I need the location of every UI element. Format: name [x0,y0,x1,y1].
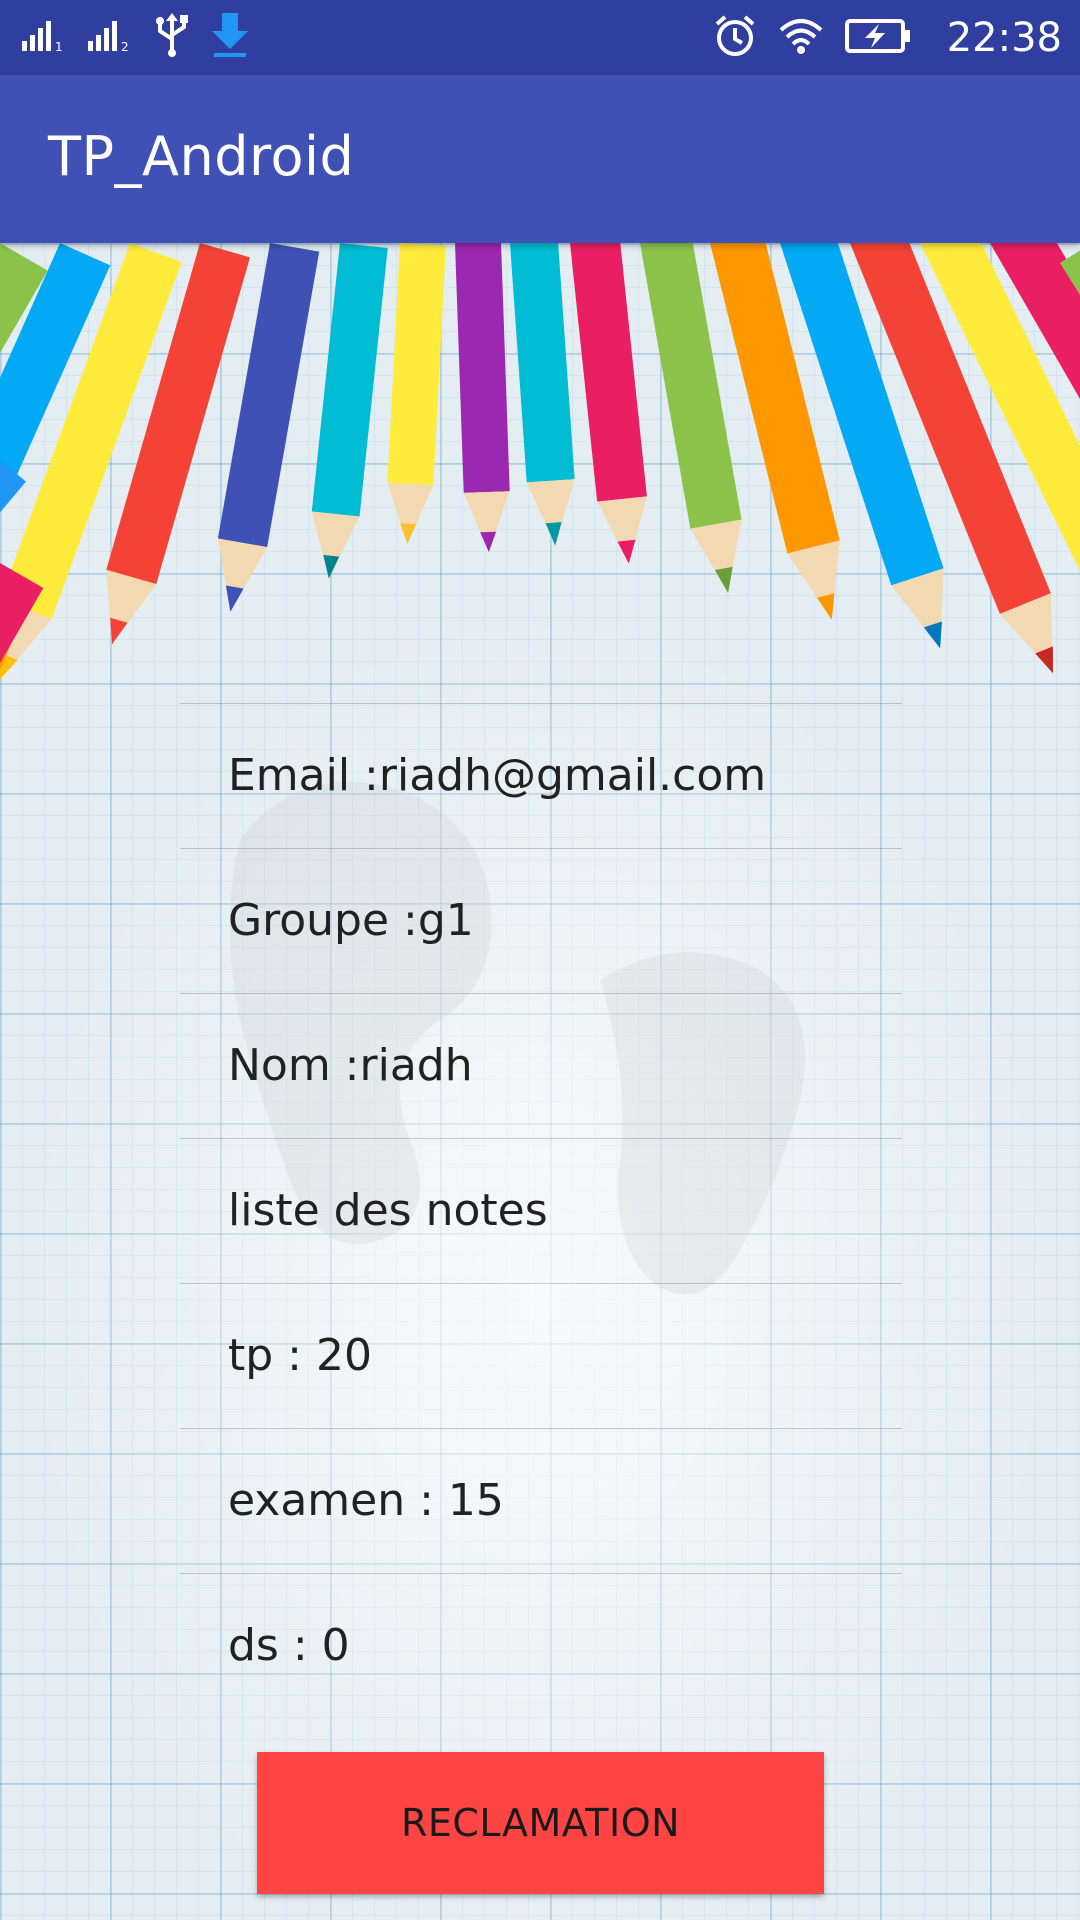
examen-grade-text: examen : 15 [228,1475,504,1526]
signal-sim1-icon: 1 [22,17,68,57]
nom-text: Nom :riadh [228,1040,473,1091]
list-item: Groupe :g1 [180,848,902,993]
status-bar: 1 2 22:38 [0,0,1080,75]
status-time: 22:38 [946,15,1062,61]
download-icon [210,11,250,63]
wifi-icon [777,16,825,60]
app-bar: TP_Android [0,75,1080,243]
ds-grade-text: ds : 0 [228,1620,350,1671]
signal-sim2-icon: 2 [88,17,134,57]
usb-icon [154,13,190,61]
svg-text:2: 2 [121,40,129,53]
list-item: ds : 0 [180,1573,902,1718]
reclamation-button[interactable]: RECLAMATION [257,1752,824,1894]
svg-text:1: 1 [55,40,63,53]
groupe-text: Groupe :g1 [228,895,474,946]
list-item: liste des notes [180,1138,902,1283]
list-item: Nom :riadh [180,993,902,1138]
liste-notes-heading: liste des notes [228,1185,548,1236]
email-text: Email :riadh@gmail.com [228,750,767,801]
status-bar-right: 22:38 [713,10,1062,66]
list-item: examen : 15 [180,1428,902,1573]
tp-grade-text: tp : 20 [228,1330,372,1381]
battery-charging-icon [844,18,911,58]
app-title: TP_Android [48,125,355,188]
screen: 1 2 22:38 TP_Android Email:riadh@gmail.… [0,0,1080,1920]
alarm-icon [713,14,757,62]
list-item: tp : 20 [180,1283,902,1428]
student-info-list: Email :riadh@gmail.com Groupe :g1 Nom :r… [180,703,902,1718]
status-bar-left: 1 2 [22,11,270,63]
list-item: Email :riadh@gmail.com [180,703,902,848]
